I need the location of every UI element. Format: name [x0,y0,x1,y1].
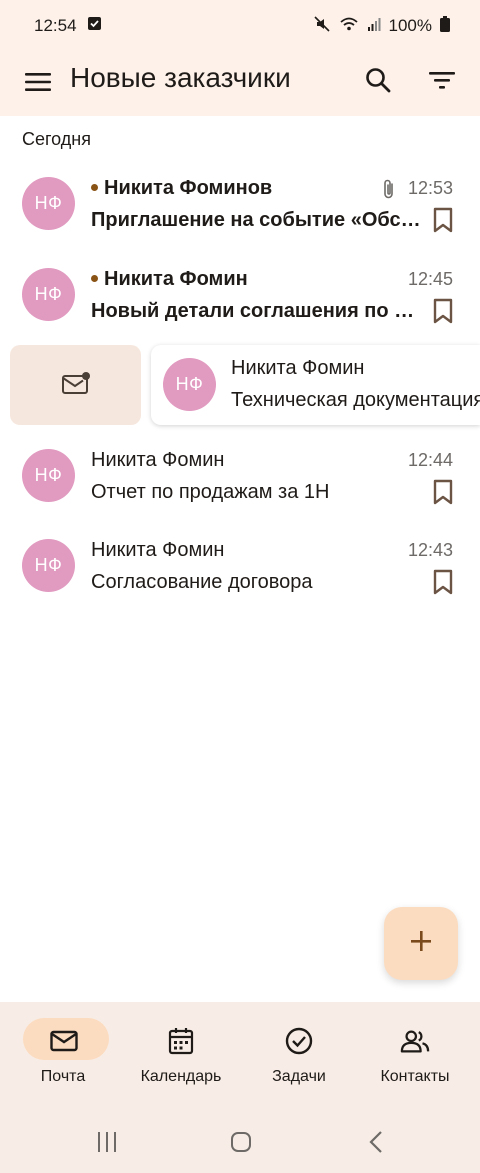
bookmark-icon[interactable] [432,569,454,595]
avatar: НФ [22,539,75,592]
message-subject: Согласование договора [91,571,313,593]
nav-contacts[interactable]: Контакты [355,1002,475,1098]
message-subject: Техническая документация [231,389,480,411]
battery-icon [440,15,450,37]
contacts-icon [400,1026,430,1056]
list-item-swiped[interactable]: НФ Никита Фомин Техническая документация [151,345,480,425]
compose-button[interactable] [384,907,458,980]
check-circle-icon [284,1026,314,1056]
back-icon[interactable] [368,1131,384,1158]
calendar-icon [166,1026,196,1056]
sender-name: Никита Фомин [231,357,365,379]
nav-mail[interactable]: Почта [3,1002,123,1098]
app-bar: Новые заказчики [0,52,480,116]
list-item[interactable]: НФ Никита Фоминов 12:53 Приглашение на с… [0,160,480,250]
mute-icon [313,15,331,38]
plus-icon [410,930,432,957]
section-today-label: Сегодня [22,129,91,149]
message-subject: Новый детали соглашения по проекту [91,300,424,322]
nav-tasks[interactable]: Задачи [239,1002,359,1098]
message-time: 12:53 [407,178,453,198]
message-subject: Отчет по продажам за 1Н [91,481,330,503]
nav-label: Контакты [380,1068,450,1085]
nav-label: Календарь [140,1068,222,1085]
sender-name: Никита Фомин [104,268,248,290]
home-icon[interactable] [230,1131,252,1158]
recent-apps-icon[interactable] [96,1131,118,1158]
list-item[interactable]: НФ Никита Фомин 12:43 Согласование догов… [0,522,480,612]
nav-calendar[interactable]: Календарь [121,1002,241,1098]
list-item[interactable]: НФ Никита Фомин 12:44 Отчет по продажам … [0,432,480,522]
page-title: Новые заказчики [70,62,291,93]
bookmark-icon[interactable] [432,479,454,505]
notification-icon [87,16,102,36]
filter-icon[interactable] [426,64,458,96]
wifi-icon [339,16,359,37]
bottom-nav: Почта Календарь Задачи Контакты [0,1002,480,1098]
bookmark-icon[interactable] [432,207,454,233]
status-bar: 12:54 100% [0,0,480,52]
sender-name: Никита Фоминов [104,177,273,199]
nav-label: Задачи [272,1068,326,1085]
sender-name: Никита Фомин [91,449,225,471]
message-time: 12:43 [407,540,453,560]
system-nav-bar [0,1098,480,1173]
swipe-action-mark-unread[interactable] [10,345,141,425]
avatar: НФ [163,358,216,411]
message-time: 12:44 [407,450,453,470]
battery-percent: 100% [388,16,432,35]
signal-icon [367,16,381,36]
search-icon[interactable] [362,64,394,96]
avatar: НФ [22,177,75,230]
unread-dot [91,275,98,282]
menu-icon[interactable] [22,66,54,98]
status-time: 12:54 [34,16,77,35]
message-subject: Приглашение на событие «Обсуждение [91,209,424,231]
mail-icon [49,1026,79,1056]
unread-dot [91,184,98,191]
attachment-icon [380,178,398,200]
sender-name: Никита Фомин [91,539,225,561]
avatar: НФ [22,449,75,502]
list-item[interactable]: НФ Никита Фомин 12:45 Новый детали согла… [0,251,480,341]
mail-unread-icon [61,371,91,400]
avatar: НФ [22,268,75,321]
nav-label: Почта [40,1068,86,1085]
message-time: 12:45 [407,269,453,289]
bookmark-icon[interactable] [432,298,454,324]
